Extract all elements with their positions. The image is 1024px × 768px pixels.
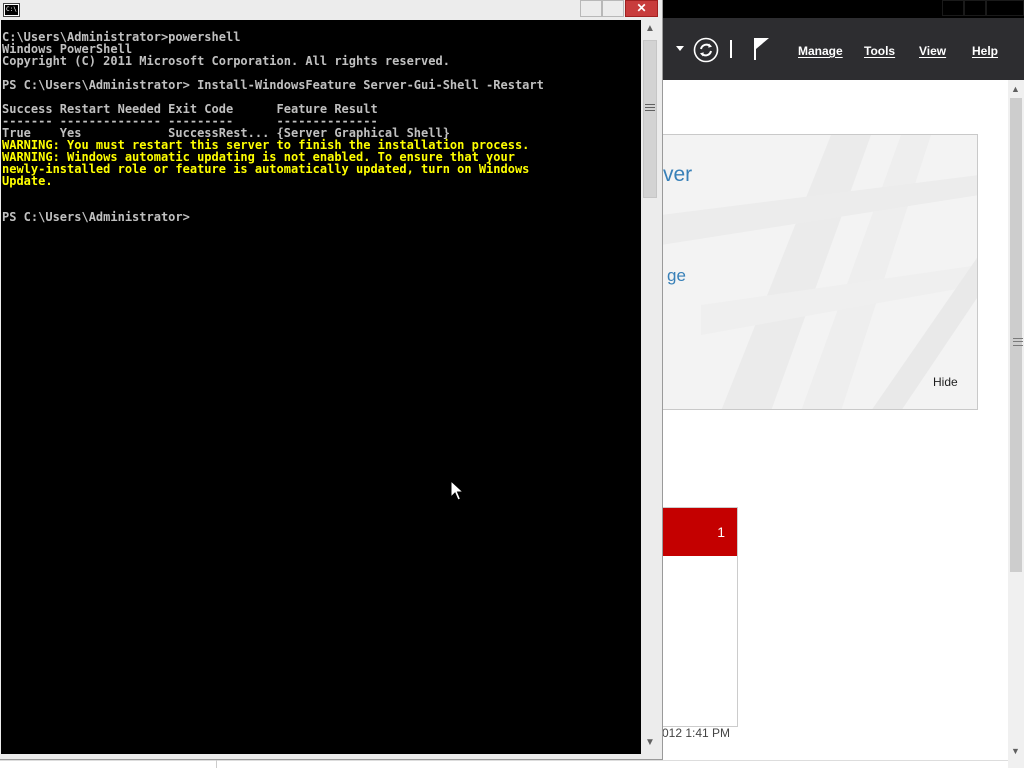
hide-link[interactable]: Hide (933, 375, 958, 389)
console-minimize-button[interactable] (580, 0, 602, 17)
console-line: newly-installed role or feature is autom… (2, 162, 530, 176)
tools-menu[interactable]: Tools (864, 44, 895, 58)
manage-menu[interactable]: Manage (798, 44, 843, 58)
welcome-link-fragment[interactable]: ge (667, 266, 686, 286)
console-line: PS C:\Users\Administrator> (2, 210, 190, 224)
notifications-flag-icon[interactable] (752, 36, 772, 67)
refresh-icon[interactable] (693, 37, 719, 68)
console-output-area[interactable]: C:\Users\Administrator>powershell Windows… (1, 20, 641, 754)
console-scrollbar[interactable]: ▲ ▼ (641, 20, 659, 754)
server-manager-scrollbar[interactable]: ▲ ▼ (1008, 80, 1024, 768)
console-window: C:\. ✕ C:\Users\Administrator>powershell… (0, 0, 663, 760)
sm-scroll-down-icon[interactable]: ▼ (1011, 746, 1020, 756)
console-titlebar[interactable]: C:\. ✕ (0, 0, 662, 20)
console-scroll-thumb[interactable] (643, 40, 657, 198)
console-close-button[interactable]: ✕ (625, 0, 658, 17)
sm-maximize-button[interactable] (964, 0, 986, 16)
console-line: Update. (2, 174, 53, 188)
sm-scroll-up-icon[interactable]: ▲ (1011, 84, 1020, 94)
console-scroll-up-icon[interactable]: ▲ (645, 24, 655, 34)
sm-bottom-divider (216, 760, 217, 768)
mouse-pointer-icon (450, 479, 465, 507)
sm-scroll-grip-icon (1013, 338, 1023, 346)
console-line: Copyright (C) 2011 Microsoft Corporation… (2, 54, 450, 68)
console-line: PS C:\Users\Administrator> Install-Windo… (2, 78, 544, 92)
console-scroll-down-icon[interactable]: ▼ (645, 738, 655, 748)
console-lines: C:\Users\Administrator>powershell Windows… (2, 31, 544, 223)
status-tile-count: 1 (717, 524, 725, 540)
welcome-title-fragment: ver (663, 163, 693, 186)
help-menu[interactable]: Help (972, 44, 998, 58)
console-maximize-button[interactable] (602, 0, 624, 17)
navigation-dropdown-icon[interactable] (676, 46, 684, 51)
view-menu[interactable]: View (919, 44, 946, 58)
sm-close-button[interactable] (986, 0, 1024, 16)
toolbar-separator (730, 40, 732, 58)
console-app-icon[interactable]: C:\. (3, 3, 20, 17)
status-timestamp-fragment: 012 1:41 PM (662, 726, 731, 740)
console-scroll-grip-icon (645, 104, 655, 113)
sm-minimize-button[interactable] (942, 0, 964, 16)
sm-bottom-strip (0, 760, 1008, 768)
sm-scroll-thumb[interactable] (1010, 98, 1023, 572)
